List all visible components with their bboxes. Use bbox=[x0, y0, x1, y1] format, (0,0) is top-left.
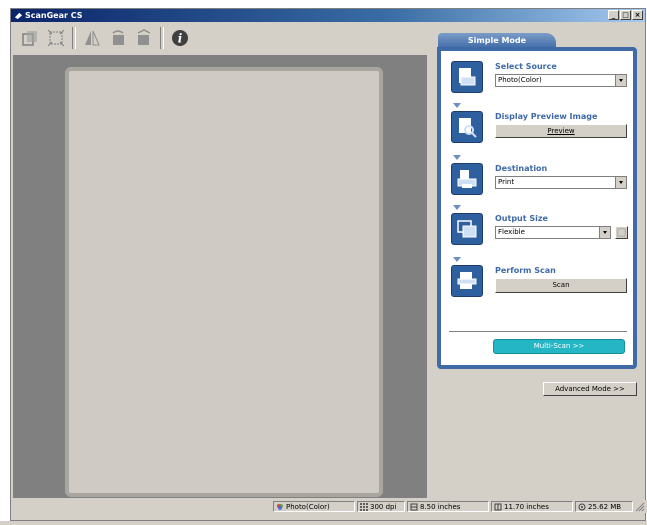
step-arrow-icon bbox=[453, 257, 461, 262]
source-icon bbox=[451, 61, 483, 93]
status-mode-value: Photo(Color) bbox=[286, 503, 330, 511]
toolbar: i bbox=[11, 23, 431, 53]
perform-scan-label: Perform Scan bbox=[495, 266, 556, 275]
advanced-mode-button[interactable]: Advanced Mode >> bbox=[543, 382, 637, 396]
resize-grip-icon[interactable] bbox=[635, 502, 645, 512]
rotate-left-icon bbox=[112, 30, 124, 45]
chevron-down-icon[interactable] bbox=[599, 227, 610, 238]
status-width-value: 8.50 inches bbox=[420, 503, 461, 511]
status-height: 11.70 inches bbox=[491, 501, 573, 512]
taskbar-strip bbox=[0, 521, 647, 525]
step-arrow-icon bbox=[453, 103, 461, 108]
preview-icon bbox=[451, 111, 483, 143]
scangear-window: ScanGear CS _ □ × i Simple Mode Select S… bbox=[10, 8, 647, 521]
rotate-right-button[interactable] bbox=[131, 26, 157, 50]
disk-icon bbox=[578, 503, 586, 511]
color-mode-icon bbox=[277, 504, 283, 510]
scan-icon bbox=[451, 265, 483, 297]
rotate-left-button[interactable] bbox=[105, 26, 131, 50]
toolbar-separator bbox=[160, 27, 164, 49]
app-logo-icon bbox=[14, 12, 23, 20]
output-size-icon bbox=[451, 213, 483, 245]
status-size-value: 25.62 MB bbox=[588, 503, 622, 511]
preview-area bbox=[13, 55, 427, 498]
mirror-icon bbox=[85, 30, 100, 46]
status-bar: Photo(Color) 300 dpi 8.50 inches 11.70 i… bbox=[11, 500, 647, 513]
select-all-button[interactable] bbox=[43, 26, 69, 50]
mirror-button[interactable] bbox=[79, 26, 105, 50]
chevron-down-icon[interactable] bbox=[615, 177, 626, 188]
select-source-value: Photo(Color) bbox=[498, 76, 542, 84]
status-resolution: 300 dpi bbox=[357, 501, 405, 512]
close-button[interactable]: × bbox=[632, 10, 643, 20]
scan-button-label: Scan bbox=[552, 281, 570, 289]
preview-button[interactable]: Preview bbox=[495, 124, 627, 138]
preview-button-label: Preview bbox=[547, 127, 575, 135]
select-all-icon bbox=[47, 29, 65, 47]
output-size-dropdown[interactable]: Flexible bbox=[495, 226, 611, 239]
simple-mode-box: Select Source Photo(Color) Display Previ… bbox=[437, 47, 637, 369]
select-source-dropdown[interactable]: Photo(Color) bbox=[495, 74, 627, 87]
output-size-label: Output Size bbox=[495, 214, 548, 223]
destination-value: Print bbox=[498, 178, 515, 186]
scan-button[interactable]: Scan bbox=[495, 278, 627, 293]
dots-icon bbox=[360, 503, 368, 511]
status-dpi-value: 300 dpi bbox=[370, 503, 397, 511]
output-size-value: Flexible bbox=[498, 228, 525, 236]
window-title: ScanGear CS bbox=[25, 11, 83, 20]
preview-page[interactable] bbox=[65, 67, 383, 497]
select-source-label: Select Source bbox=[495, 62, 557, 71]
toolbar-separator bbox=[72, 27, 76, 49]
title-bar: ScanGear CS _ □ × bbox=[11, 9, 645, 22]
rotate-right-icon bbox=[137, 29, 151, 45]
grid-icon bbox=[617, 228, 626, 237]
crop-icon bbox=[22, 31, 37, 46]
info-icon: i bbox=[172, 30, 188, 46]
maximize-button[interactable]: □ bbox=[620, 10, 631, 20]
width-icon bbox=[410, 503, 418, 511]
step-display-preview: Display Preview Image Preview bbox=[451, 111, 631, 151]
svg-text:i: i bbox=[178, 32, 183, 46]
output-size-settings-button[interactable] bbox=[615, 226, 628, 239]
simple-mode-panel: Simple Mode Select Source Photo(Color) D… bbox=[431, 23, 643, 493]
multi-scan-button[interactable]: Multi-Scan >> bbox=[493, 339, 625, 354]
height-icon bbox=[494, 503, 502, 511]
step-perform-scan: Perform Scan Scan bbox=[451, 265, 631, 305]
status-height-value: 11.70 inches bbox=[504, 503, 549, 511]
destination-dropdown[interactable]: Print bbox=[495, 176, 627, 189]
step-select-source: Select Source Photo(Color) bbox=[451, 61, 631, 101]
crop-button[interactable] bbox=[17, 26, 43, 50]
step-destination: Destination Print bbox=[451, 163, 631, 203]
status-color-mode: Photo(Color) bbox=[273, 501, 355, 512]
destination-label: Destination bbox=[495, 164, 548, 173]
step-arrow-icon bbox=[453, 205, 461, 210]
status-width: 8.50 inches bbox=[407, 501, 489, 512]
step-arrow-icon bbox=[453, 155, 461, 160]
status-file-size: 25.62 MB bbox=[575, 501, 633, 512]
step-output-size: Output Size Flexible bbox=[451, 213, 631, 253]
chevron-down-icon[interactable] bbox=[615, 75, 626, 86]
info-button[interactable]: i bbox=[167, 26, 193, 50]
minimize-button[interactable]: _ bbox=[608, 10, 619, 20]
destination-icon bbox=[451, 163, 483, 195]
panel-divider bbox=[449, 331, 627, 332]
display-preview-label: Display Preview Image bbox=[495, 112, 598, 121]
